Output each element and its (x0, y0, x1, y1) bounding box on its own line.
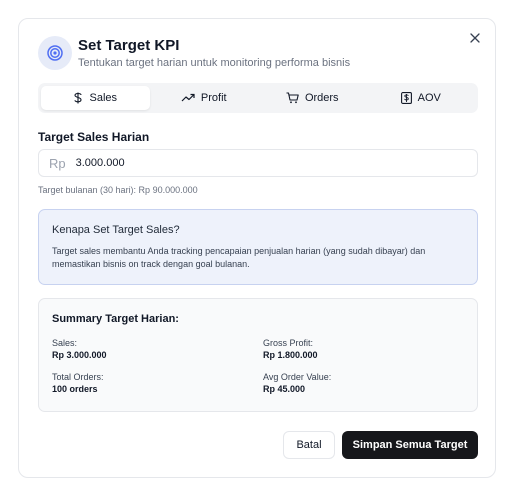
info-body: Target sales membantu Anda tracking penc… (52, 246, 426, 269)
summary-value: Rp 1.800.000 (263, 350, 318, 360)
summary-title: Summary Target Harian: (52, 313, 179, 325)
cancel-button[interactable]: Batal (283, 431, 335, 459)
cart-icon (286, 92, 299, 104)
kpi-tabs: Sales Profit Orders AOV (38, 83, 478, 113)
summary-gross-profit: Gross Profit: Rp 1.800.000 (263, 337, 463, 361)
trending-up-icon (181, 93, 195, 103)
receipt-dollar-icon (400, 92, 412, 104)
dollar-icon (73, 92, 83, 104)
tab-aov[interactable]: AOV (367, 86, 476, 110)
save-all-targets-button[interactable]: Simpan Semua Target (342, 431, 478, 459)
tab-label: AOV (417, 92, 441, 104)
info-callout: Kenapa Set Target Sales? Target sales me… (38, 209, 478, 285)
summary-total-orders: Total Orders: 100 orders (52, 371, 263, 395)
summary-avg-order-value: Avg Order Value: Rp 45.000 (263, 371, 463, 395)
summary-label: Gross Profit: (263, 338, 314, 348)
target-sales-label: Target Sales Harian (38, 130, 150, 144)
close-button[interactable] (467, 31, 483, 47)
target-icon (38, 36, 72, 70)
dialog-title: Set Target KPI (78, 36, 180, 54)
set-target-kpi-dialog: Set Target KPI Tentukan target harian un… (18, 18, 496, 478)
summary-label: Avg Order Value: (263, 372, 332, 382)
currency-prefix: Rp (49, 155, 66, 171)
tab-orders[interactable]: Orders (258, 86, 367, 110)
summary-value: 100 orders (52, 384, 98, 394)
target-sales-input[interactable] (73, 156, 458, 170)
tab-label: Orders (304, 92, 339, 104)
dialog-header: Set Target KPI Tentukan target harian un… (38, 36, 350, 70)
summary-card: Summary Target Harian: Sales: Rp 3.000.0… (38, 298, 478, 412)
target-sales-field[interactable]: Rp (38, 149, 478, 177)
summary-label: Sales: (52, 338, 78, 348)
tab-label: Profit (200, 92, 227, 104)
info-title: Kenapa Set Target Sales? (52, 224, 180, 236)
summary-value: Rp 45.000 (263, 384, 306, 394)
summary-label: Total Orders: (52, 372, 104, 382)
tab-profit[interactable]: Profit (150, 86, 259, 110)
summary-value: Rp 3.000.000 (52, 350, 107, 360)
tab-sales[interactable]: Sales (41, 86, 150, 110)
summary-sales: Sales: Rp 3.000.000 (52, 337, 263, 361)
tab-label: Sales (89, 92, 118, 104)
dialog-subtitle: Tentukan target harian untuk monitoring … (78, 56, 351, 69)
monthly-target-helper: Target bulanan (30 hari): Rp 90.000.000 (38, 185, 198, 195)
close-icon (470, 30, 480, 48)
